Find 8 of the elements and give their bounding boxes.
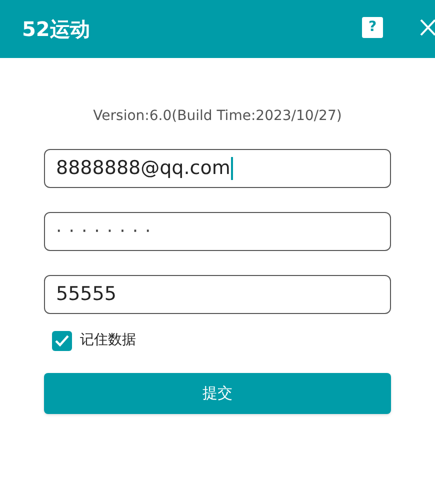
checkbox-label: 记住数据 — [80, 331, 136, 350]
version-text: Version:6.0(Build Time:2023/10/27) — [93, 107, 342, 126]
input-field[interactable]: 55555 — [44, 275, 391, 314]
password-field[interactable]: ········ — [44, 212, 391, 251]
window-title: 52运动 — [22, 16, 90, 43]
input-field[interactable]: 8888888@qq.com — [44, 149, 391, 188]
close-icon[interactable] — [420, 19, 435, 37]
remember-checkbox[interactable] — [52, 330, 72, 350]
